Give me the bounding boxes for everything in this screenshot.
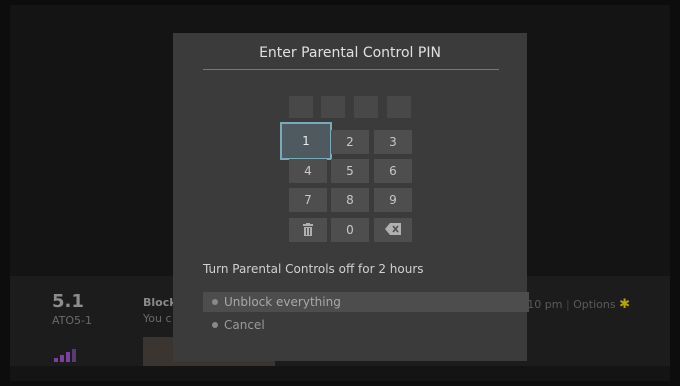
program-title: Block [143,296,177,309]
option-label: Unblock everything [224,295,341,309]
asterisk-icon: ✱ [619,297,630,312]
key-5[interactable]: 5 [331,159,369,183]
pin-slot [387,96,411,118]
channel-callsign: ATO5-1 [52,314,93,327]
channel-number: 5.1 [52,291,84,312]
bullet-icon [212,299,218,305]
key-1[interactable]: 1 [280,122,332,160]
signal-strength-icon [54,348,90,362]
key-3[interactable]: 3 [374,130,412,154]
key-9[interactable]: 9 [374,188,412,212]
pin-slot [354,96,378,118]
bullet-icon [212,322,218,328]
numeric-keypad: 1 2 3 4 5 6 7 8 9 0 [280,122,415,244]
backspace-icon[interactable] [374,218,412,242]
key-6[interactable]: 6 [374,159,412,183]
pin-slot [289,96,313,118]
dialog-title: Enter Parental Control PIN [259,45,441,61]
key-0[interactable]: 0 [331,218,369,242]
key-4[interactable]: 4 [289,159,327,183]
parental-info-text: Turn Parental Controls off for 2 hours [203,262,424,276]
options-label[interactable]: Options [573,298,615,311]
key-2[interactable]: 2 [331,130,369,154]
program-subtitle: You c [143,312,172,325]
key-8[interactable]: 8 [331,188,369,212]
option-cancel[interactable]: Cancel [203,315,529,335]
option-label: Cancel [224,318,265,332]
trash-icon[interactable] [289,218,327,242]
title-divider [203,69,499,70]
parental-control-dialog: Enter Parental Control PIN 1 2 3 4 5 6 7… [173,33,529,361]
status-bar: 4:10 pm | Options ✱ [516,297,630,312]
pin-entry [289,96,411,118]
key-7[interactable]: 7 [289,188,327,212]
option-unblock-everything[interactable]: Unblock everything [203,292,529,312]
pin-slot [321,96,345,118]
